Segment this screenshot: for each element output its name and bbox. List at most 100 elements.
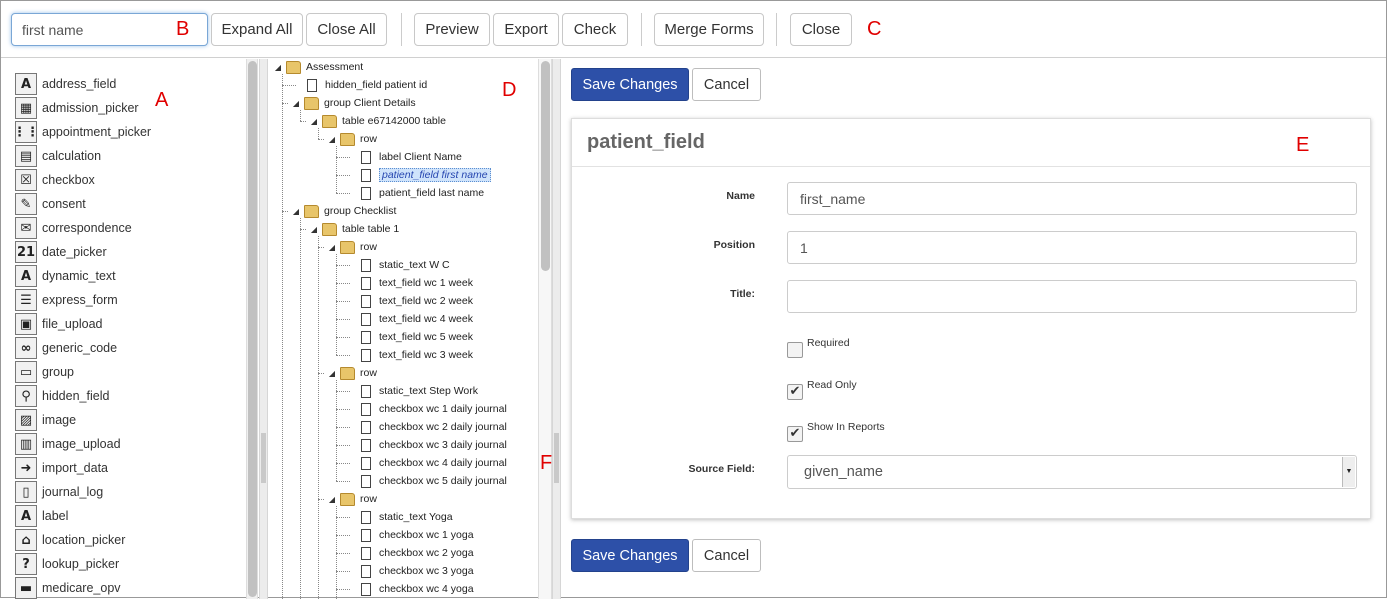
tree-node-label[interactable]: group Client Details bbox=[324, 97, 416, 109]
tree-node[interactable]: ◢ group Client Details bbox=[291, 94, 416, 112]
position-input[interactable] bbox=[787, 231, 1357, 264]
tree-node[interactable]: static_text Step Work bbox=[345, 382, 478, 400]
palette-item[interactable]: ⋮⋮ appointment_picker bbox=[13, 121, 151, 143]
expand-all-button[interactable]: Expand All bbox=[211, 13, 303, 46]
tree-node-label[interactable]: row bbox=[360, 133, 377, 145]
tree-node-label[interactable]: checkbox wc 1 daily journal bbox=[379, 403, 507, 415]
tree-node-label[interactable]: text_field wc 2 week bbox=[379, 295, 473, 307]
palette-item[interactable]: ▨ image bbox=[15, 409, 76, 431]
tree-node[interactable]: checkbox wc 3 daily journal bbox=[345, 436, 507, 454]
tree-node-label[interactable]: text_field wc 3 week bbox=[379, 349, 473, 361]
tree-node-label[interactable]: table e67142000 table bbox=[342, 115, 446, 127]
palette-item[interactable]: ▦ admission_picker bbox=[15, 97, 139, 119]
left-splitter-grip[interactable] bbox=[261, 433, 266, 483]
tree-node[interactable]: text_field wc 2 week bbox=[345, 292, 473, 310]
tree-node-label[interactable]: checkbox wc 2 yoga bbox=[379, 547, 474, 559]
tree-node[interactable]: ◢ row bbox=[327, 238, 377, 256]
tree-node-label[interactable]: checkbox wc 5 daily journal bbox=[379, 475, 507, 487]
tree-node[interactable]: patient_field first name bbox=[345, 166, 491, 184]
tree-scrollbar[interactable] bbox=[538, 59, 552, 599]
tree-node[interactable]: ◢ row bbox=[327, 490, 377, 508]
left-splitter[interactable] bbox=[259, 59, 268, 599]
title-input[interactable] bbox=[787, 280, 1357, 313]
palette-item[interactable]: ✎ consent bbox=[15, 193, 86, 215]
tree-node[interactable]: text_field wc 1 week bbox=[345, 274, 473, 292]
tree-node[interactable]: checkbox wc 2 yoga bbox=[345, 544, 474, 562]
tree-node-label[interactable]: row bbox=[360, 493, 377, 505]
palette-item[interactable]: Aaddress_field bbox=[15, 73, 116, 95]
tree-node-label[interactable]: checkbox wc 3 daily journal bbox=[379, 439, 507, 451]
tree-node[interactable]: static_text W C bbox=[345, 256, 450, 274]
collapse-toggle-icon[interactable]: ◢ bbox=[273, 63, 283, 72]
collapse-toggle-icon[interactable]: ◢ bbox=[327, 135, 337, 144]
palette-item[interactable]: ▭ group bbox=[15, 361, 74, 383]
tree-node-label[interactable]: Assessment bbox=[306, 61, 363, 73]
palette-scrollbar[interactable] bbox=[246, 59, 258, 599]
preview-button[interactable]: Preview bbox=[414, 13, 490, 46]
tree-node-label-selected[interactable]: patient_field first name bbox=[379, 168, 491, 182]
palette-item[interactable]: ➜ import_data bbox=[15, 457, 108, 479]
palette-item[interactable]: ▤ calculation bbox=[15, 145, 101, 167]
palette-item[interactable]: ▯ journal_log bbox=[15, 481, 103, 503]
right-splitter[interactable] bbox=[552, 59, 561, 599]
tree-node-label[interactable]: row bbox=[360, 367, 377, 379]
check-button[interactable]: Check bbox=[562, 13, 628, 46]
tree-node[interactable]: checkbox wc 1 daily journal bbox=[345, 400, 507, 418]
tree-node[interactable]: ◢ Assessment bbox=[273, 58, 363, 76]
close-all-button[interactable]: Close All bbox=[306, 13, 387, 46]
tree-node-label[interactable]: row bbox=[360, 241, 377, 253]
tree-node[interactable]: patient_field last name bbox=[345, 184, 484, 202]
collapse-toggle-icon[interactable]: ◢ bbox=[327, 243, 337, 252]
tree-node[interactable]: text_field wc 4 week bbox=[345, 310, 473, 328]
tree-node[interactable]: static_text Yoga bbox=[345, 508, 453, 526]
tree-node[interactable]: hidden_field patient id bbox=[291, 76, 427, 94]
palette-item[interactable]: ? lookup_picker bbox=[15, 553, 119, 575]
required-checkbox[interactable] bbox=[787, 342, 803, 358]
palette-item[interactable]: ☰ express_form bbox=[15, 289, 118, 311]
tree-node[interactable]: text_field wc 3 week bbox=[345, 346, 473, 364]
export-button[interactable]: Export bbox=[493, 13, 559, 46]
palette-item[interactable]: ⚲ hidden_field bbox=[15, 385, 109, 407]
tree-node-label[interactable]: label Client Name bbox=[379, 151, 462, 163]
tree-node[interactable]: checkbox wc 5 daily journal bbox=[345, 472, 507, 490]
tree-node[interactable]: checkbox wc 2 daily journal bbox=[345, 418, 507, 436]
name-input[interactable] bbox=[787, 182, 1357, 215]
tree-node[interactable]: label Client Name bbox=[345, 148, 462, 166]
tree-node-label[interactable]: text_field wc 5 week bbox=[379, 331, 473, 343]
tree-scrollbar-thumb[interactable] bbox=[541, 61, 550, 271]
tree-node-label[interactable]: text_field wc 4 week bbox=[379, 313, 473, 325]
save-changes-button-bottom[interactable]: Save Changes bbox=[571, 539, 689, 572]
tree-node-label[interactable]: patient_field last name bbox=[379, 187, 484, 199]
right-splitter-grip[interactable] bbox=[554, 433, 559, 483]
collapse-toggle-icon[interactable]: ◢ bbox=[309, 225, 319, 234]
palette-item[interactable]: ∞ generic_code bbox=[15, 337, 117, 359]
tree-node[interactable]: ◢ table e67142000 table bbox=[309, 112, 446, 130]
tree-node-label[interactable]: text_field wc 1 week bbox=[379, 277, 473, 289]
tree-node-label[interactable]: hidden_field patient id bbox=[325, 79, 427, 91]
read-only-checkbox[interactable]: ✔ bbox=[787, 384, 803, 400]
palette-item[interactable]: ✉ correspondence bbox=[15, 217, 132, 239]
save-changes-button-top[interactable]: Save Changes bbox=[571, 68, 689, 101]
show-in-reports-checkbox[interactable]: ✔ bbox=[787, 426, 803, 442]
collapse-toggle-icon[interactable]: ◢ bbox=[291, 99, 301, 108]
palette-item[interactable]: 21 date_picker bbox=[15, 241, 107, 263]
tree-node-label[interactable]: table table 1 bbox=[342, 223, 399, 235]
palette-item[interactable]: ⌂ location_picker bbox=[15, 529, 125, 551]
collapse-toggle-icon[interactable]: ◢ bbox=[309, 117, 319, 126]
tree-node[interactable]: ◢ row bbox=[327, 364, 377, 382]
palette-item[interactable]: Alabel bbox=[15, 505, 68, 527]
tree-node[interactable]: checkbox wc 4 daily journal bbox=[345, 454, 507, 472]
palette-item[interactable]: Adynamic_text bbox=[15, 265, 116, 287]
cancel-button-top[interactable]: Cancel bbox=[692, 68, 761, 101]
tree-node[interactable]: checkbox wc 4 yoga bbox=[345, 580, 474, 598]
dropdown-arrow-icon[interactable]: ▼ bbox=[1342, 457, 1355, 487]
merge-forms-button[interactable]: Merge Forms bbox=[654, 13, 764, 46]
tree-node[interactable]: text_field wc 5 week bbox=[345, 328, 473, 346]
close-button[interactable]: Close bbox=[790, 13, 852, 46]
palette-item[interactable]: ▬ medicare_opv bbox=[15, 577, 121, 599]
collapse-toggle-icon[interactable]: ◢ bbox=[327, 369, 337, 378]
tree-node-label[interactable]: checkbox wc 1 yoga bbox=[379, 529, 474, 541]
tree-node-label[interactable]: checkbox wc 4 daily journal bbox=[379, 457, 507, 469]
tree-node[interactable]: ◢ table table 1 bbox=[309, 220, 399, 238]
tree-node[interactable]: checkbox wc 3 yoga bbox=[345, 562, 474, 580]
